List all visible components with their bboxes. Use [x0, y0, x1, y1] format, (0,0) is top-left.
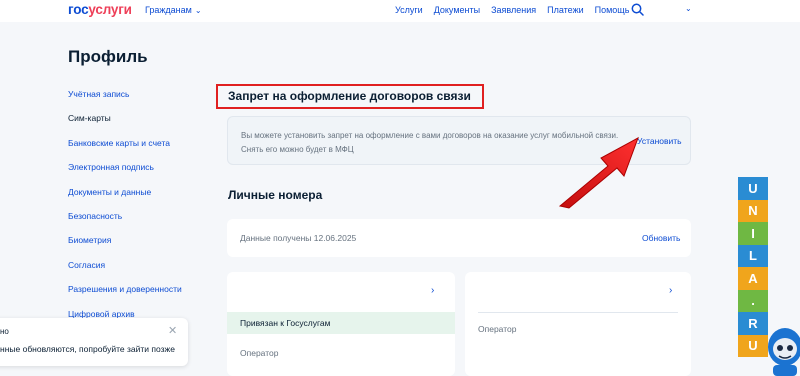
watermark-letter: . — [738, 289, 768, 312]
sidebar-item-biometrics[interactable]: Биометрия — [68, 235, 182, 259]
watermark-letter: U — [738, 177, 768, 200]
top-nav: Услуги Документы Заявления Платежи Помощ… — [395, 5, 640, 15]
watermark-letter: L — [738, 244, 768, 267]
sidebar-item-sim-cards[interactable]: Сим-карты — [68, 113, 182, 137]
data-received-date: Данные получены 12.06.2025 — [240, 233, 357, 243]
nav-help[interactable]: Помощь — [595, 5, 630, 15]
data-status-card: Данные получены 12.06.2025 Обновить — [227, 219, 691, 257]
operator-label: Оператор — [478, 324, 517, 334]
notification-toast: но ✕ нные обновляются, попробуйте зайти … — [0, 318, 188, 366]
nav-services[interactable]: Услуги — [395, 5, 423, 15]
number-card[interactable]: › Привязан к Госуслугам Оператор — [227, 272, 455, 376]
sidebar-item-e-signature[interactable]: Электронная подпись — [68, 162, 182, 186]
nav-payments[interactable]: Платежи — [547, 5, 584, 15]
number-card[interactable]: › Оператор — [465, 272, 691, 376]
toast-title: но — [0, 327, 9, 336]
close-icon[interactable]: ✕ — [168, 324, 177, 337]
sidebar-item-bank-cards[interactable]: Банковские карты и счета — [68, 138, 182, 162]
operator-label: Оператор — [240, 348, 279, 358]
top-header: госуслуги Гражданам ⌄ Услуги Документы За… — [0, 0, 800, 22]
nav-documents[interactable]: Документы — [434, 5, 480, 15]
red-arrow-icon — [558, 136, 639, 209]
logo-part-1: гос — [68, 2, 89, 17]
chevron-down-icon: ⌄ — [194, 6, 202, 15]
watermark-letter: N — [738, 199, 768, 222]
user-menu[interactable]: ⌄ — [655, 0, 700, 20]
page-title: Профиль — [68, 47, 148, 66]
gosuslugi-logo[interactable]: госуслуги — [68, 2, 132, 17]
sidebar-item-consents[interactable]: Согласия — [68, 260, 182, 284]
bound-badge: Привязан к Госуслугам — [227, 312, 455, 334]
highlight-frame — [216, 84, 484, 109]
chevron-down-icon: ⌄ — [685, 4, 692, 13]
refresh-button[interactable]: Обновить — [642, 233, 681, 243]
search-icon[interactable] — [631, 3, 644, 16]
watermark-letter: U — [738, 334, 768, 357]
unila-watermark: U N I L A . R U — [738, 177, 768, 357]
sidebar-item-documents[interactable]: Документы и данные — [68, 187, 182, 211]
logo-part-2: услуги — [88, 2, 132, 17]
chevron-right-icon[interactable]: › — [431, 285, 434, 296]
watermark-letter: R — [738, 312, 768, 335]
audience-label: Гражданам — [145, 5, 192, 15]
profile-sidebar: Учётная запись Сим-карты Банковские карт… — [68, 89, 182, 333]
sidebar-item-account[interactable]: Учётная запись — [68, 89, 182, 113]
robot-mascot-icon — [768, 328, 800, 376]
audience-selector[interactable]: Гражданам ⌄ — [145, 5, 202, 15]
sidebar-item-permissions[interactable]: Разрешения и доверенности — [68, 284, 182, 308]
bound-label: Привязан к Госуслугам — [240, 318, 331, 328]
chevron-right-icon[interactable]: › — [669, 285, 672, 296]
personal-numbers-title: Личные номера — [228, 188, 323, 202]
card-divider — [478, 312, 678, 313]
nav-applications[interactable]: Заявления — [491, 5, 536, 15]
watermark-letter: A — [738, 267, 768, 290]
sidebar-item-security[interactable]: Безопасность — [68, 211, 182, 235]
toast-message: нные обновляются, попробуйте зайти позже — [0, 344, 175, 354]
watermark-letter: I — [738, 222, 768, 245]
